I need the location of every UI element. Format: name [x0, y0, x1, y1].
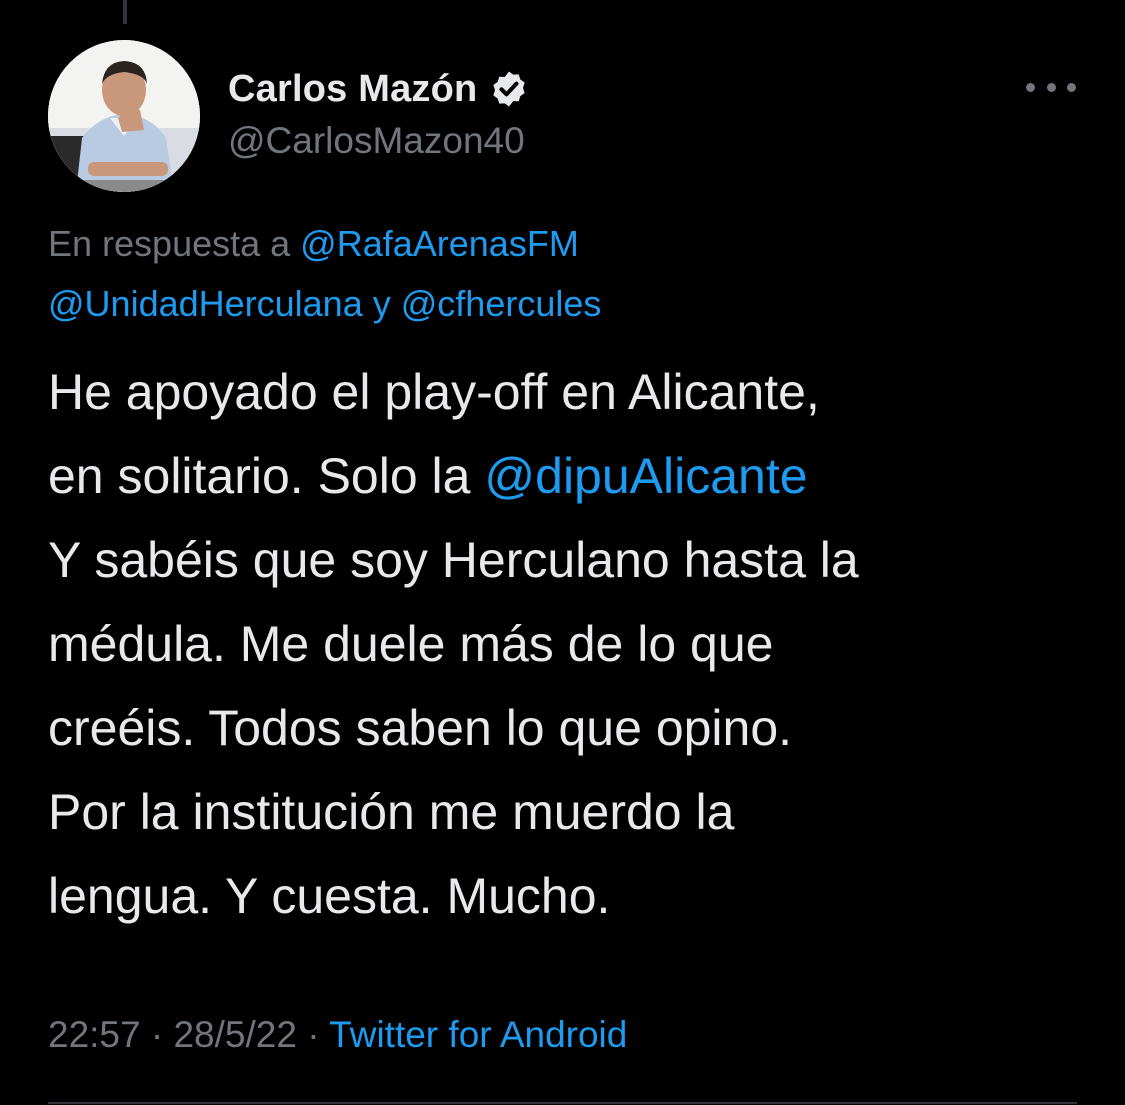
reply-mention-rafaarenasfm[interactable]: @RafaArenasFM [300, 223, 579, 264]
tweet-text-line: Por la institución me muerdo la [48, 784, 735, 840]
tweet-text-line: creéis. Todos saben lo que opino. [48, 700, 793, 756]
thread-connector-line [123, 0, 127, 24]
tweet-text-line: en solitario. Solo la @dipuAlicante [48, 434, 1108, 518]
tweet-text-line: Y sabéis que soy Herculano hasta la [48, 532, 859, 588]
tweet-mention-dipualicante[interactable]: @dipuAlicante [484, 448, 807, 504]
more-dot [1067, 82, 1076, 92]
tweet-date[interactable]: 28/5/22 [173, 1014, 296, 1055]
tweet-text-line: He apoyado el play-off en Alicante, [48, 364, 820, 420]
more-options-icon[interactable] [1026, 74, 1076, 100]
reply-prefix: En respuesta a [48, 223, 291, 264]
avatar-photo [48, 40, 200, 192]
more-dot [1026, 82, 1035, 92]
divider [48, 1102, 1077, 1104]
tweet-time[interactable]: 22:57 [48, 1014, 141, 1055]
tweet-body: He apoyado el play-off en Alicante, en s… [48, 350, 1108, 938]
avatar[interactable] [48, 40, 200, 192]
tweet-text-line: lengua. Y cuesta. Mucho. [48, 868, 611, 924]
more-dot [1046, 82, 1056, 92]
tweet-meta: 22:57 · 28/5/22 · Twitter for Android [48, 1014, 627, 1056]
reply-joiner: y [372, 283, 391, 324]
display-name-row: Carlos Mazón [228, 64, 529, 114]
tweet-text-line: médula. Me duele más de lo que [48, 616, 774, 672]
tweet-source-link[interactable]: Twitter for Android [329, 1014, 627, 1055]
verified-badge-icon [489, 69, 529, 109]
reply-mention-cfhercules[interactable]: @cfhercules [401, 283, 602, 324]
reply-mention-unidadherculana[interactable]: @UnidadHerculana [48, 283, 363, 324]
meta-separator: · [307, 1014, 320, 1055]
author-display-name[interactable]: Carlos Mazón [228, 68, 477, 111]
reply-context: En respuesta a @RafaArenasFM @UnidadHerc… [48, 214, 1088, 334]
tweet-author[interactable]: Carlos Mazón @CarlosMazon40 [228, 64, 529, 162]
tweet-text-segment: en solitario. Solo la [48, 448, 471, 504]
author-handle[interactable]: @CarlosMazon40 [228, 120, 529, 162]
meta-separator: · [150, 1014, 164, 1055]
